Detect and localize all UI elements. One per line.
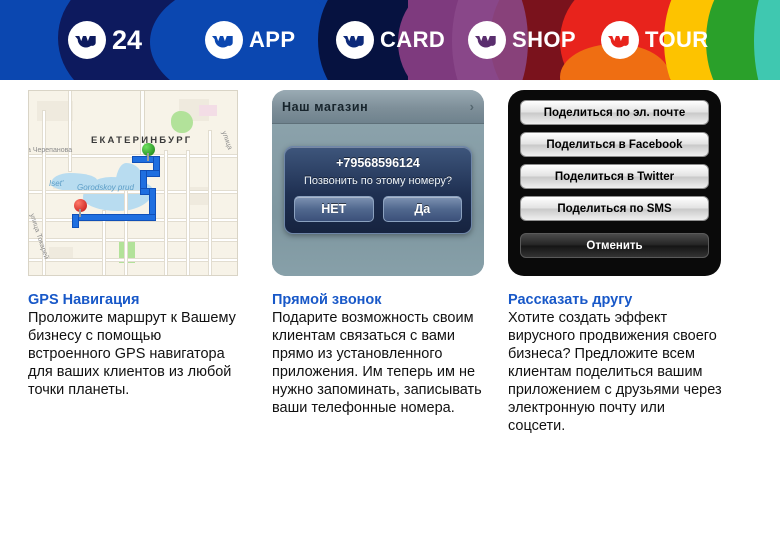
red-map-pin[interactable] — [74, 199, 87, 217]
map-water-label: Gorodskoy prud — [77, 183, 134, 192]
brand-banner: 24 APP CARD SHOP TOUR — [0, 0, 780, 80]
share-email-button[interactable]: Поделиться по эл. почте — [520, 100, 709, 125]
green-map-pin[interactable] — [142, 143, 155, 161]
feature-heading: GPS Навигация — [28, 292, 140, 308]
waj-logo-icon — [205, 21, 243, 59]
feature-heading: Прямой звонок — [272, 292, 382, 308]
map-road — [209, 131, 211, 275]
share-facebook-button[interactable]: Поделиться в Facebook — [520, 132, 709, 157]
map-river-label: Iset' — [49, 179, 64, 188]
feature-text-call: Прямой звонок Подарите возможность своим… — [272, 292, 484, 418]
brand-logo-label: TOUR — [645, 27, 709, 52]
feature-column-share: Поделиться по эл. почте Поделиться в Fac… — [508, 90, 724, 436]
features-section: ЕКАТЕРИНБУРГ Gorodskoy prud Iset' а Чере… — [0, 80, 780, 540]
dialog-question: Позвонить по этому номеру? — [303, 175, 453, 187]
chevron-right-icon: › — [469, 99, 474, 114]
waj-logo-icon — [468, 21, 506, 59]
feature-column-call: Наш магазин › +79568596124 Позвонить по … — [272, 90, 484, 418]
call-confirm-dialog: +79568596124 Позвонить по этому номеру? … — [284, 146, 472, 234]
map-block — [187, 187, 209, 205]
feature-body: Хотите создать эффект вирусного продвиже… — [508, 309, 722, 434]
share-cancel-button[interactable]: Отменить — [520, 233, 709, 258]
phone-number: +79568596124 — [336, 156, 420, 170]
map-road — [125, 191, 127, 275]
share-twitter-button[interactable]: Поделиться в Twitter — [520, 164, 709, 189]
accept-call-button[interactable]: Да — [382, 196, 462, 222]
map-road — [69, 91, 71, 171]
brand-logo-label: CARD — [380, 27, 446, 52]
brand-logo-card[interactable]: CARD — [336, 21, 445, 59]
map-route — [73, 215, 78, 227]
feature-text-gps: GPS Навигация Проложите маршрут к Вашему… — [28, 292, 240, 400]
brand-logo-app[interactable]: APP — [205, 21, 295, 59]
map-street-label: улица — [220, 130, 234, 151]
map-screenshot[interactable]: ЕКАТЕРИНБУРГ Gorodskoy prud Iset' а Чере… — [28, 90, 238, 276]
brand-logo-tour[interactable]: TOUR — [601, 21, 709, 59]
map-road — [103, 211, 105, 275]
phone-title: Наш магазин — [282, 99, 369, 114]
brand-logo-24[interactable]: 24 — [68, 21, 142, 59]
map-road — [29, 259, 237, 261]
feature-body: Подарите возможность своим клиентам связ… — [272, 309, 482, 416]
waj-logo-icon — [601, 21, 639, 59]
waj-logo-icon — [68, 21, 106, 59]
dialog-button-row: НЕТ Да — [294, 196, 462, 222]
map-route — [73, 215, 155, 220]
map-pink-block — [199, 105, 217, 116]
decline-call-button[interactable]: НЕТ — [294, 196, 374, 222]
map-park — [171, 111, 193, 133]
brand-logo-label: APP — [249, 27, 296, 52]
phone-title-bar: Наш магазин › — [272, 90, 484, 124]
brand-logo-label: SHOP — [512, 27, 576, 52]
share-sheet-screenshot[interactable]: Поделиться по эл. почте Поделиться в Fac… — [508, 90, 721, 276]
share-sms-button[interactable]: Поделиться по SMS — [520, 196, 709, 221]
feature-text-share: Рассказать другу Хотите создать эффект в… — [508, 292, 724, 436]
feature-column-gps: ЕКАТЕРИНБУРГ Gorodskoy prud Iset' а Чере… — [28, 90, 240, 400]
map-street-label: а Черепанова — [28, 147, 73, 154]
map-road — [187, 151, 189, 275]
brand-logo-label: 24 — [112, 24, 143, 55]
map-city-label: ЕКАТЕРИНБУРГ — [91, 135, 193, 146]
feature-body: Проложите маршрут к Вашему бизнесу с пом… — [28, 309, 236, 398]
feature-heading: Рассказать другу — [508, 292, 633, 308]
brand-logo-shop[interactable]: SHOP — [468, 21, 576, 59]
phone-call-prompt-screenshot[interactable]: Наш магазин › +79568596124 Позвонить по … — [272, 90, 484, 276]
map-road — [165, 151, 167, 275]
phone-body: +79568596124 Позвонить по этому номеру? … — [272, 124, 484, 276]
waj-logo-icon — [336, 21, 374, 59]
map-road — [29, 239, 237, 241]
